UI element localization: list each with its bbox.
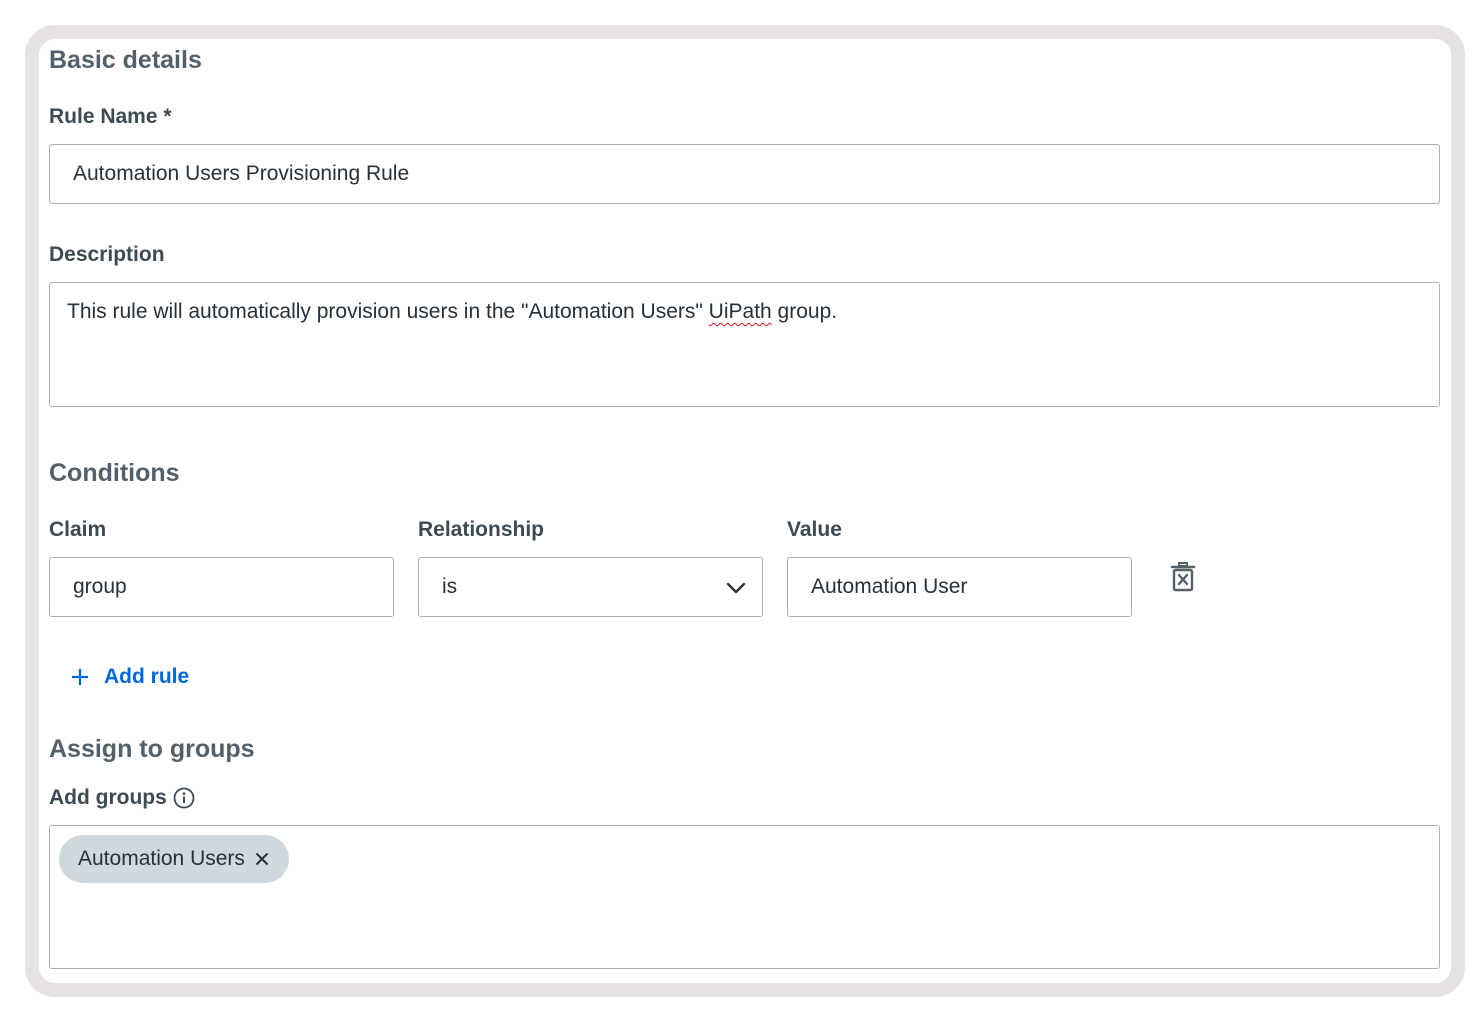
- delete-condition-button[interactable]: [1160, 554, 1206, 600]
- claim-value: group: [73, 575, 127, 598]
- value-label: Value: [787, 518, 842, 541]
- group-chip: Automation Users: [59, 835, 289, 883]
- rule-name-label: Rule Name *: [49, 105, 172, 128]
- description-value: This rule will automatically provision u…: [67, 299, 837, 325]
- assign-to-groups-heading: Assign to groups: [49, 735, 255, 763]
- trash-x-icon: [1170, 562, 1196, 592]
- add-groups-input[interactable]: Automation Users: [49, 825, 1440, 969]
- add-rule-label: Add rule: [104, 665, 190, 688]
- add-groups-label: Add groups: [49, 786, 167, 809]
- claim-label: Claim: [49, 518, 107, 541]
- chevron-down-icon: [726, 582, 746, 594]
- group-chip-label: Automation Users: [78, 847, 245, 870]
- value-input[interactable]: Automation User: [787, 557, 1132, 617]
- relationship-label: Relationship: [418, 518, 545, 541]
- basic-details-heading: Basic details: [49, 46, 202, 74]
- conditions-heading: Conditions: [49, 459, 180, 487]
- add-rule-button[interactable]: Add rule: [64, 660, 189, 694]
- description-text-start: This rule will automatically provision u…: [67, 300, 709, 323]
- relationship-value: is: [442, 575, 458, 598]
- rule-name-value: Automation Users Provisioning Rule: [73, 162, 410, 185]
- description-label: Description: [49, 243, 165, 266]
- description-text-end: group.: [771, 300, 838, 323]
- description-textarea[interactable]: This rule will automatically provision u…: [49, 282, 1440, 407]
- claim-input[interactable]: group: [49, 557, 394, 617]
- rule-name-input[interactable]: Automation Users Provisioning Rule: [49, 144, 1440, 204]
- info-icon[interactable]: [173, 787, 195, 809]
- relationship-select[interactable]: is: [418, 557, 763, 617]
- close-icon[interactable]: [255, 852, 269, 866]
- plus-icon: [72, 669, 88, 685]
- misspelled-word: UiPath: [708, 300, 772, 323]
- value-value: Automation User: [811, 575, 968, 598]
